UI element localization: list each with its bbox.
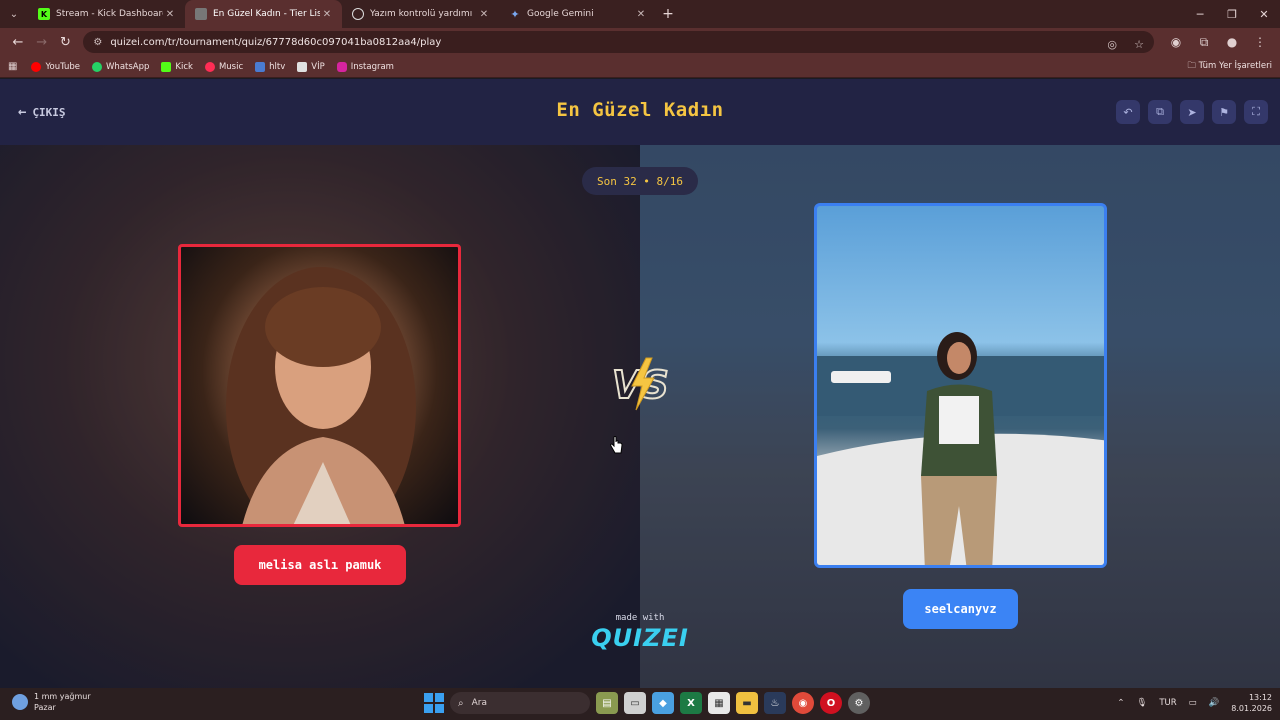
tab-kick-dashboard[interactable]: K Stream - Kick Dashboard ✕ <box>28 0 185 28</box>
weather-widget[interactable]: 1 mm yağmur Pazar <box>12 691 91 713</box>
close-window-icon[interactable]: ✕ <box>1248 8 1280 21</box>
bookmark-whatsapp[interactable]: WhatsApp <box>92 61 149 72</box>
widgets-icon[interactable]: ▤ <box>596 692 618 714</box>
bookmark-kick[interactable]: Kick <box>161 61 193 72</box>
music-icon <box>204 61 215 72</box>
bookmark-hltv[interactable]: hltv <box>255 61 285 72</box>
taskbar: 1 mm yağmur Pazar ⌕ Ara ▤ ▭ ◆ X ▦ ▬ ♨ ◉ … <box>0 688 1280 720</box>
tab-gemini[interactable]: ✦ Google Gemini ✕ <box>499 0 656 28</box>
restore-icon[interactable]: ❐ <box>1216 8 1248 21</box>
tab-label: Google Gemini <box>527 9 594 19</box>
network-icon[interactable]: ▭ <box>1189 698 1197 708</box>
made-with-label: made with <box>615 613 665 623</box>
vip-icon <box>297 61 308 72</box>
quiz-header: ← ÇIKIŞ En Güzel Kadın ↶ ⧉ ➤ ⚑ ⛶ <box>0 79 1280 145</box>
chevron-up-icon[interactable]: ⌃ <box>1117 698 1124 708</box>
bookmarks-bar: ▦ YouTube WhatsApp Kick Music hltv VİP I… <box>0 56 1280 78</box>
site-info-icon[interactable]: ⚙ <box>93 37 102 48</box>
tab-spellcheck[interactable]: Yazım kontrolü yardımı ✕ <box>342 0 499 28</box>
whatsapp-icon <box>92 61 103 72</box>
system-tray: ⌃ 🎙 TUR ▭ 🔊 13:12 8.01.2026 <box>1117 692 1272 714</box>
window-controls: ─ ❐ ✕ <box>1184 8 1280 21</box>
minimize-icon[interactable]: ─ <box>1184 8 1216 21</box>
search-icon: ⌕ <box>458 697 464 709</box>
flag-icon[interactable]: ⚑ <box>1212 100 1236 124</box>
tab-search-icon[interactable]: ⌄ <box>0 0 28 28</box>
reload-icon[interactable]: ↻ <box>54 30 78 54</box>
page-title: En Güzel Kadın <box>556 99 724 121</box>
tab-quiz[interactable]: En Güzel Kadın - Tier List, Kör S ✕ <box>185 0 342 28</box>
address-toolbar: ← → ↻ ⚙ quizei.com/tr/tournament/quiz/67… <box>0 28 1280 56</box>
file-explorer-icon[interactable]: ▬ <box>736 692 758 714</box>
youtube-icon <box>31 61 42 72</box>
portrait-illustration <box>817 332 1104 565</box>
kick-icon <box>161 61 172 72</box>
portrait-illustration <box>226 267 416 524</box>
send-icon[interactable]: ➤ <box>1180 100 1204 124</box>
hltv-icon <box>255 61 266 72</box>
hand-cursor-icon <box>610 436 623 454</box>
menu-dots-icon[interactable]: ⋮ <box>1246 35 1274 50</box>
settings-gear-icon[interactable]: ⚙ <box>848 692 870 714</box>
apps-grid-icon[interactable]: ▦ <box>8 61 17 72</box>
task-view-icon[interactable]: ▭ <box>624 692 646 714</box>
quiz-toolbar: ↶ ⧉ ➤ ⚑ ⛶ <box>1116 100 1268 124</box>
puzzle-icon[interactable]: ⧉ <box>1190 35 1218 50</box>
excel-icon[interactable]: X <box>680 692 702 714</box>
windows-start-icon[interactable] <box>424 693 444 713</box>
round-indicator: Son 32 • 8/16 <box>582 167 698 195</box>
profile-avatar-icon[interactable]: ● <box>1218 35 1246 50</box>
eye-off-icon[interactable]: ◎ <box>1107 38 1117 51</box>
right-contestant-image[interactable] <box>814 203 1107 568</box>
copilot-icon[interactable]: ◆ <box>652 692 674 714</box>
taskbar-search[interactable]: ⌕ Ara <box>450 692 590 714</box>
steam-icon[interactable]: ♨ <box>764 692 786 714</box>
openai-favicon-icon <box>352 8 364 20</box>
quizei-favicon-icon <box>195 8 207 20</box>
back-arrow-icon[interactable]: ← <box>6 30 30 54</box>
fullscreen-icon[interactable]: ⛶ <box>1244 100 1268 124</box>
tab-label: Stream - Kick Dashboard <box>56 9 163 19</box>
gemini-favicon-icon: ✦ <box>510 7 520 21</box>
extension-icon[interactable]: ◉ <box>1162 35 1190 50</box>
bookmark-music[interactable]: Music <box>204 61 243 72</box>
bookmark-vip[interactable]: VİP <box>297 61 325 72</box>
undo-icon[interactable]: ↶ <box>1116 100 1140 124</box>
clock[interactable]: 13:12 8.01.2026 <box>1231 692 1272 714</box>
rain-cloud-icon <box>12 694 28 710</box>
volume-icon[interactable]: 🔊 <box>1209 698 1220 708</box>
language-indicator[interactable]: TUR <box>1159 698 1176 708</box>
new-tab-button[interactable]: + <box>656 6 680 22</box>
close-icon[interactable]: ✕ <box>163 9 177 20</box>
left-contestant-image[interactable] <box>178 244 461 527</box>
close-icon[interactable]: ✕ <box>634 9 648 20</box>
instagram-icon <box>336 61 347 72</box>
forward-arrow-icon[interactable]: → <box>30 30 54 54</box>
bookmark-instagram[interactable]: Instagram <box>336 61 394 72</box>
quiz-page: ← ÇIKIŞ En Güzel Kadın ↶ ⧉ ➤ ⚑ ⛶ Son 32 … <box>0 79 1280 688</box>
omnibox[interactable]: ⚙ quizei.com/tr/tournament/quiz/67778d60… <box>83 31 1154 53</box>
bookmark-youtube[interactable]: YouTube <box>31 61 80 72</box>
close-icon[interactable]: ✕ <box>477 9 491 20</box>
vs-lightning-icon: VS <box>611 357 670 411</box>
right-contestant-name-button[interactable]: seelcanyvz <box>903 589 1018 629</box>
left-contestant-name-button[interactable]: melisa aslı pamuk <box>234 545 406 585</box>
microphone-icon[interactable]: 🎙 <box>1137 698 1148 708</box>
close-icon[interactable]: ✕ <box>320 9 334 20</box>
quizei-logo[interactable]: QUIZEI <box>580 624 700 652</box>
tab-strip: ⌄ K Stream - Kick Dashboard ✕ En Güzel K… <box>0 0 1280 28</box>
bookmark-star-icon[interactable]: ☆ <box>1134 38 1144 51</box>
kick-favicon-icon: K <box>38 8 50 20</box>
tab-label: En Güzel Kadın - Tier List, Kör S <box>213 9 320 19</box>
store-icon[interactable]: ▦ <box>708 692 730 714</box>
opera-icon[interactable]: O <box>820 692 842 714</box>
share-copy-icon[interactable]: ⧉ <box>1148 100 1172 124</box>
url-text[interactable]: quizei.com/tr/tournament/quiz/67778d60c0… <box>110 37 1095 48</box>
chrome-icon[interactable]: ◉ <box>792 692 814 714</box>
tab-label: Yazım kontrolü yardımı <box>370 9 473 19</box>
all-bookmarks-folder[interactable]: 🗀 Tüm Yer İşaretleri <box>1187 60 1272 74</box>
